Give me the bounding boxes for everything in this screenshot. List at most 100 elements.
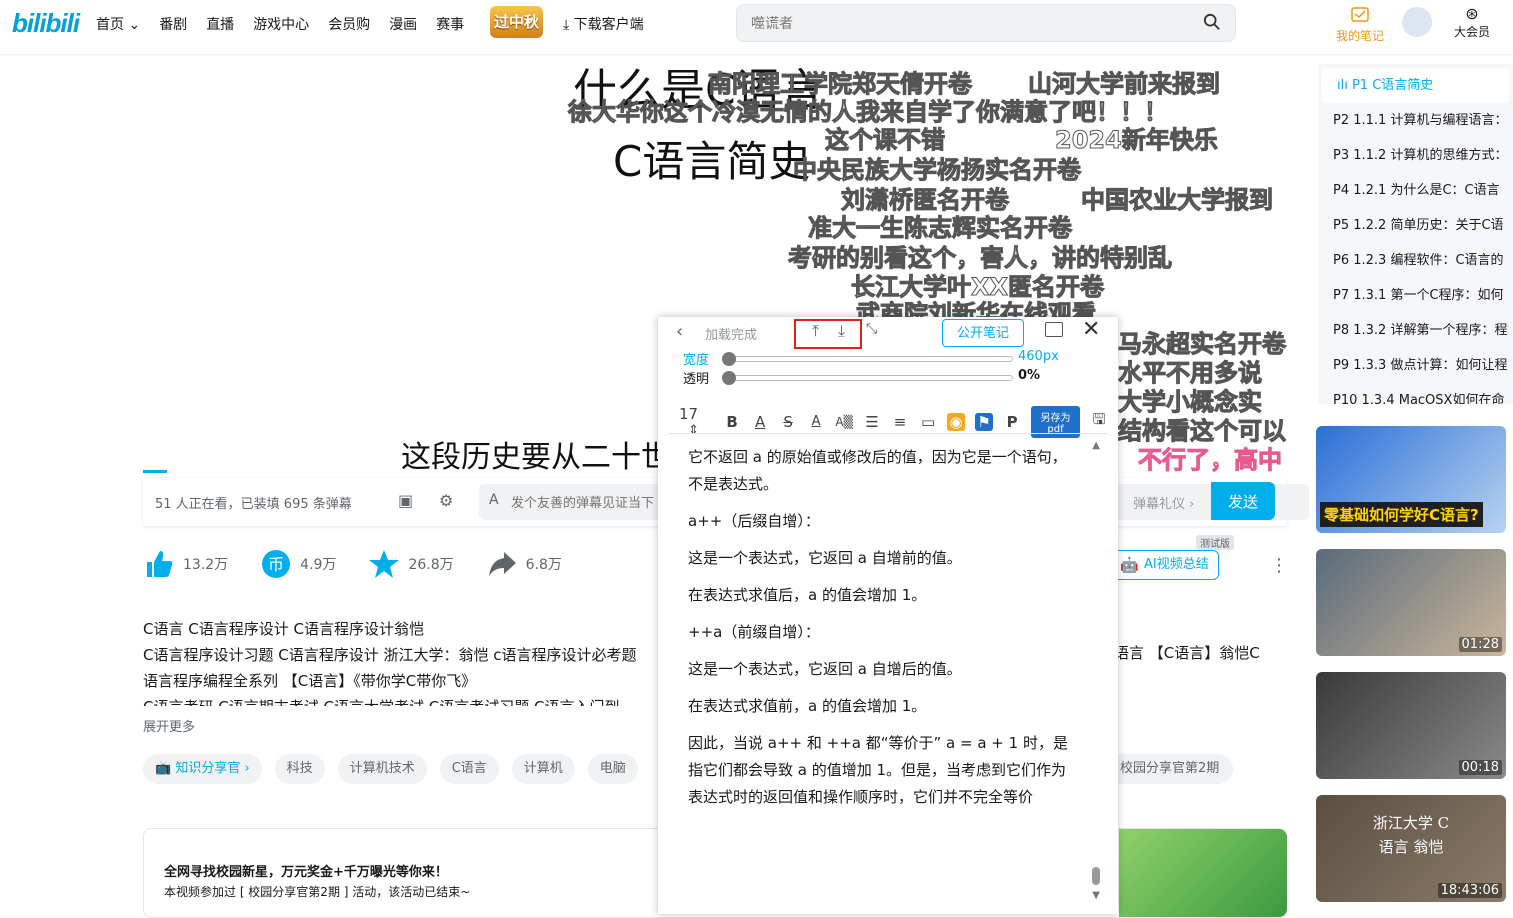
recommended-video-thumbnail[interactable]: 浙江大学 C语言 翁恺 18:43:06	[1316, 795, 1506, 902]
nav-game-center[interactable]: 游戏中心	[253, 14, 309, 34]
thumbs-up-icon	[147, 551, 173, 577]
search-icon[interactable]	[1203, 13, 1221, 31]
ai-summary-label: AI视频总结	[1144, 557, 1209, 572]
scroll-up-arrow[interactable]: ▲	[1092, 440, 1100, 451]
playlist-item[interactable]: P3 1.1.2 计算机的思维方式：	[1318, 138, 1513, 173]
public-notes-button[interactable]: 公开笔记	[942, 319, 1024, 347]
nav-home[interactable]: 首页 ⌄	[96, 14, 140, 34]
playlist-item[interactable]: P4 1.2.1 为什么是C：C语言	[1318, 173, 1513, 208]
danmaku-settings-icon[interactable]: ⚙	[439, 491, 453, 510]
tag[interactable]: 计算机	[511, 754, 575, 784]
scrollbar-thumb[interactable]	[1092, 867, 1100, 885]
close-icon[interactable]: ✕	[1082, 317, 1100, 342]
highlight-icon[interactable]: A▒	[835, 415, 853, 429]
activity-image	[1119, 829, 1287, 917]
tag[interactable]: 科技	[274, 754, 325, 784]
folder-icon[interactable]	[1045, 322, 1063, 337]
playlist-item[interactable]: P7 1.3.1 第一个C程序：如何	[1318, 278, 1513, 313]
notes-panel: ‹ 加载完成 ⤒ ⤓ ⤡ 公开笔记 ✕ 宽度 460px 透明 0% 17 ⇕ …	[658, 317, 1118, 914]
playlist-item[interactable]: P2 1.1.1 计算机与编程语言：	[1318, 103, 1513, 138]
beta-badge: 测试版	[1196, 535, 1234, 550]
favorite-button[interactable]: 26.8万	[368, 548, 454, 580]
text-style-icon[interactable]: A	[489, 492, 499, 508]
playlist-item[interactable]: P9 1.3.3 做点计算：如何让程	[1318, 348, 1513, 383]
bold-icon[interactable]: B	[723, 413, 741, 431]
timestamp-flag-icon[interactable]: ⚑	[975, 412, 994, 431]
width-label: 宽度	[683, 353, 710, 368]
thumbnail-caption: 零基础如何学好C语言?	[1320, 502, 1483, 527]
ordered-list-icon[interactable]: ☰	[863, 413, 881, 431]
avatar[interactable]	[1400, 5, 1434, 39]
video-duration: 01:28	[1458, 637, 1502, 652]
playlist-item[interactable]: P10 1.3.4 MacOSX如何在命	[1318, 383, 1513, 404]
recommended-video-thumbnail[interactable]: 零基础如何学好C语言?	[1316, 426, 1506, 533]
download-arrow-icon[interactable]: ⤓	[838, 321, 845, 341]
coin-button[interactable]: 币 4.9万	[260, 548, 336, 580]
save-icon[interactable]: 🖫	[1090, 409, 1108, 434]
highlight-box	[794, 319, 862, 349]
search-input[interactable]	[737, 5, 1167, 41]
scroll-down-arrow[interactable]: ▼	[1092, 890, 1100, 901]
activity-text: 本视频参加过 [ 校园分享官第2期 ] 活动，该活动已结束~	[164, 885, 471, 899]
nav-anime[interactable]: 番剧	[159, 14, 187, 34]
expand-more-link[interactable]: 展开更多	[143, 716, 195, 735]
font-color-icon[interactable]: A	[807, 414, 825, 429]
playlist-item[interactable]: P8 1.3.2 详解第一个程序：程	[1318, 313, 1513, 348]
coin-icon: 币	[262, 550, 291, 578]
nav-live[interactable]: 直播	[206, 14, 234, 34]
playlist-item[interactable]: P6 1.2.3 编程软件：C语言的	[1318, 243, 1513, 278]
tag-campus-sharer[interactable]: 校园分享官第2期	[1106, 754, 1234, 784]
bilibili-logo[interactable]: bilibili	[12, 8, 80, 39]
top-navbar: bilibili 首页 ⌄ 番剧 直播 游戏中心 会员购 漫画 赛事 过中秋 ⤓…	[0, 0, 1513, 54]
download-client-link[interactable]: ⤓ 下载客户端	[563, 14, 644, 34]
paragraph-icon[interactable]: P	[1003, 413, 1021, 431]
opacity-slider[interactable]	[722, 371, 1013, 385]
tag-label: 知识分享官 ›	[175, 761, 250, 776]
danmaku-toggle-icon[interactable]: ▣	[398, 491, 413, 510]
screenshot-icon[interactable]: ◉	[947, 412, 966, 431]
like-count: 13.2万	[183, 557, 229, 573]
back-icon[interactable]: ‹	[676, 321, 683, 342]
recommended-video-thumbnail[interactable]: 00:18	[1316, 672, 1506, 779]
vip-label: 大会员	[1453, 25, 1490, 39]
viewer-count: 51 人正在看，已装填 695 条弹幕	[155, 497, 352, 512]
ai-summary-button[interactable]: 🤖 AI视频总结	[1113, 550, 1219, 580]
vip-button[interactable]: ⊛ 大会员	[1452, 4, 1492, 40]
opacity-slider-knob[interactable]	[722, 371, 736, 385]
mid-autumn-promo[interactable]: 过中秋	[490, 6, 543, 38]
like-button[interactable]: 13.2万	[143, 548, 228, 580]
image-icon[interactable]: ▭	[919, 413, 937, 431]
more-options-icon[interactable]: ⋮	[1270, 555, 1288, 576]
danmaku-etiquette-link[interactable]: 弹幕礼仪 ›	[1133, 493, 1194, 512]
nav-mall[interactable]: 会员购	[328, 14, 370, 34]
nav-manga[interactable]: 漫画	[389, 14, 417, 34]
width-slider-knob[interactable]	[722, 352, 736, 366]
text-color-icon[interactable]: A	[751, 413, 769, 431]
note-paragraph: 在表达式求值后，a 的值会增加 1。	[688, 586, 927, 604]
my-notes-button[interactable]: 我的笔记	[1332, 4, 1388, 44]
danmaku: 中国农业大学报到	[1081, 186, 1274, 215]
send-danmaku-button[interactable]: 发送	[1211, 482, 1275, 520]
bullet-list-icon[interactable]: ≡	[891, 413, 909, 431]
tag[interactable]: 电脑	[587, 754, 638, 784]
nav-esports[interactable]: 赛事	[436, 14, 464, 34]
episode-playlist: ılı P1 C语言简史 P2 1.1.1 计算机与编程语言： P3 1.1.2…	[1318, 64, 1513, 404]
playlist-item[interactable]: P5 1.2.2 简单历史：关于C语	[1318, 208, 1513, 243]
note-content[interactable]: 它不返回 a 的原始值或修改后的值，因为它是一个语句，不是表达式。 a++（后缀…	[668, 433, 1108, 913]
video-progress-bar[interactable]	[143, 470, 167, 473]
share-button[interactable]: 6.8万	[486, 548, 562, 580]
tag-knowledge-sharer[interactable]: 📺 知识分享官 ›	[143, 754, 262, 784]
width-slider[interactable]	[722, 352, 1013, 366]
thumbnail-caption: 浙江大学 C语言 翁恺	[1372, 814, 1450, 856]
video-caption: 这段历史要从二十世纪	[401, 440, 701, 475]
upload-arrow-icon[interactable]: ⤒	[812, 321, 819, 341]
shrink-icon[interactable]: ⤡	[866, 321, 877, 337]
recommended-video-thumbnail[interactable]: 01:28	[1316, 549, 1506, 656]
coin-count: 4.9万	[300, 557, 337, 573]
tag[interactable]: 计算机技术	[337, 754, 427, 784]
strikethrough-icon[interactable]: S	[779, 413, 797, 431]
tag[interactable]: C语言	[439, 754, 499, 784]
share-count: 6.8万	[525, 557, 562, 573]
playlist-item[interactable]: ılı P1 C语言简史	[1322, 68, 1509, 103]
note-folder-icon	[1351, 7, 1369, 22]
